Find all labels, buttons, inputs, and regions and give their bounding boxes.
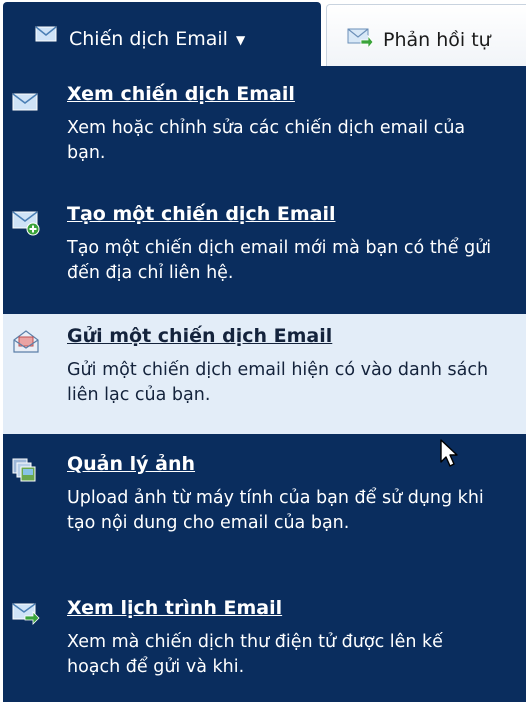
menu-item-description: Tạo một chiến dịch email mới mà bạn có t…: [67, 238, 492, 283]
tab-strip: Chiến dịch Email ▼ Phản hồi tự: [0, 0, 526, 68]
menu-item-title[interactable]: Tạo một chiến dịch Email: [67, 202, 335, 226]
tab-label: Chiến dịch Email: [69, 28, 228, 50]
menu-item-title[interactable]: Xem lịch trình Email: [67, 596, 282, 620]
envelope-arrow-icon: [12, 602, 40, 630]
menu-item-view-campaigns[interactable]: Xem chiến dịch Email Xem hoặc chỉnh sửa …: [3, 66, 526, 194]
tab-autoresponder[interactable]: Phản hồi tự: [326, 4, 526, 66]
chevron-down-icon[interactable]: ▼: [236, 33, 245, 47]
menu-item-title[interactable]: Quản lý ảnh: [67, 452, 195, 476]
open-envelope-icon: [12, 328, 40, 358]
tab-email-campaigns[interactable]: Chiến dịch Email ▼: [3, 2, 321, 68]
menu-item-title[interactable]: Gửi một chiến dịch Email: [67, 324, 332, 348]
tab-label: Phản hồi tự: [383, 29, 491, 51]
envelope-arrow-icon: [347, 27, 374, 51]
images-icon: [12, 458, 36, 486]
menu-item-view-schedule[interactable]: Xem lịch trình Email Xem mà chiến dịch t…: [3, 578, 526, 702]
envelope-add-icon: [12, 210, 40, 240]
dropdown-menu: Xem chiến dịch Email Xem hoặc chỉnh sửa …: [3, 66, 526, 702]
menu-item-send-campaign[interactable]: Gửi một chiến dịch Email Gửi một chiến d…: [3, 314, 526, 434]
menu-item-create-campaign[interactable]: Tạo một chiến dịch Email Tạo một chiến d…: [3, 194, 526, 314]
mouse-cursor-icon: [439, 438, 461, 472]
menu-item-title[interactable]: Xem chiến dịch Email: [67, 82, 295, 106]
menu-item-description: Xem mà chiến dịch thư điện tử được lên k…: [67, 632, 443, 677]
menu-item-description: Upload ảnh từ máy tính của bạn để sử dụn…: [67, 488, 484, 533]
menu-item-description: Xem hoặc chỉnh sửa các chiến dịch email …: [67, 118, 466, 163]
envelope-icon: [35, 26, 57, 46]
envelope-icon: [12, 92, 38, 116]
menu-item-description: Gửi một chiến dịch email hiện có vào dan…: [67, 360, 489, 405]
